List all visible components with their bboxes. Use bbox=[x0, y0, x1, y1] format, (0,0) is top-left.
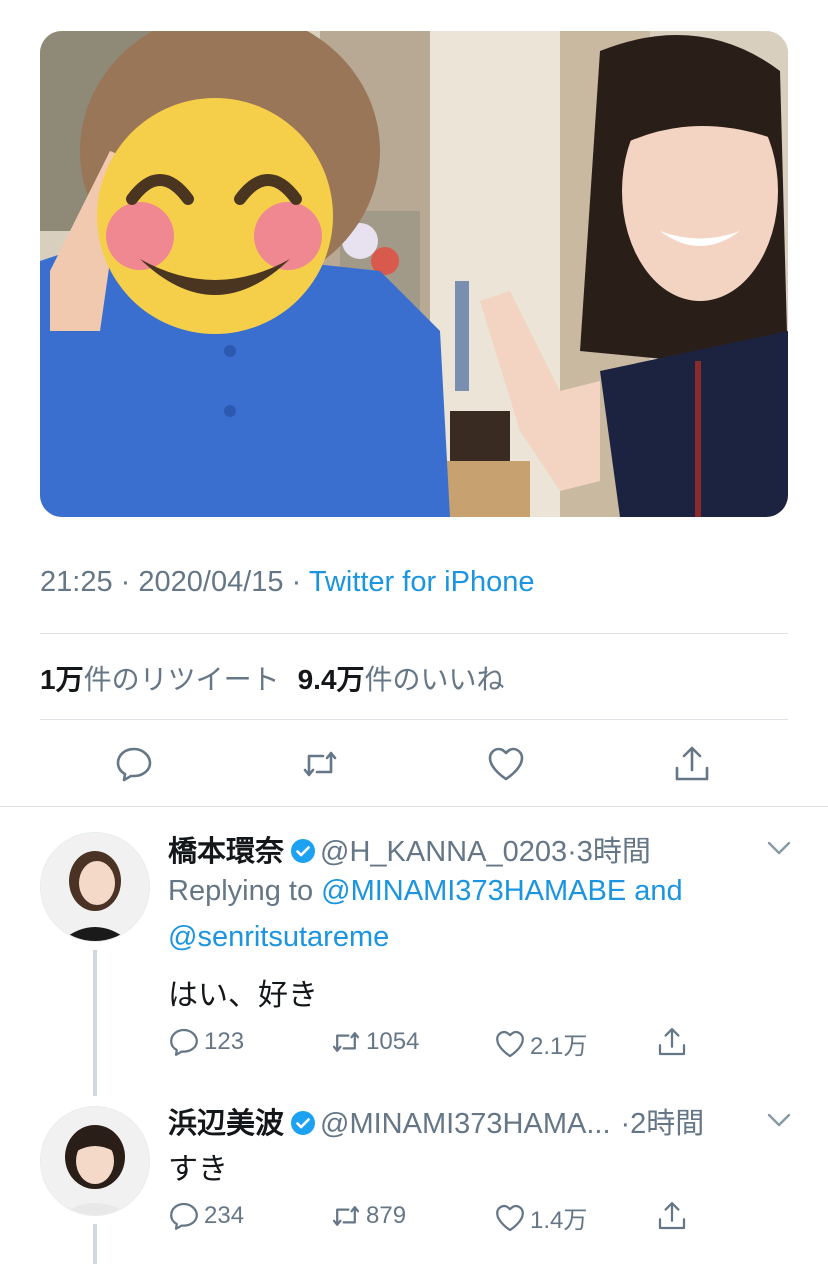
thread-line bbox=[93, 1224, 97, 1264]
share-icon bbox=[675, 746, 709, 781]
retweet-button[interactable]: 1054 bbox=[330, 1026, 419, 1058]
like-count: 9.4万 bbox=[297, 664, 365, 695]
tweet-source-link[interactable]: Twitter for iPhone bbox=[309, 566, 535, 598]
like-count: 2.1万 bbox=[530, 1033, 588, 1060]
replying-and[interactable]: and bbox=[634, 875, 682, 907]
avatar[interactable] bbox=[40, 832, 150, 942]
reply-button[interactable]: 234 bbox=[168, 1200, 244, 1232]
mention-link[interactable]: @MINAMI373HAMABE bbox=[321, 875, 626, 907]
share-button[interactable] bbox=[656, 1200, 692, 1232]
avatar-photo bbox=[41, 833, 149, 941]
reply-button[interactable] bbox=[114, 744, 154, 784]
thread-line bbox=[93, 950, 97, 1096]
meta-separator: · bbox=[120, 566, 131, 598]
reply-header: 浜辺美波 @MINAMI373HAMA... ·2時間 bbox=[168, 1100, 704, 1142]
share-icon bbox=[658, 1202, 686, 1230]
avatar[interactable] bbox=[40, 1106, 150, 1216]
retweet-icon bbox=[303, 751, 337, 777]
share-button[interactable] bbox=[656, 1026, 692, 1058]
avatar-photo bbox=[41, 1107, 149, 1215]
divider bbox=[40, 633, 788, 634]
tweet-time: 21:25 bbox=[40, 566, 113, 598]
likes-stat[interactable]: 9.4万件のいいね bbox=[298, 664, 505, 695]
tweet-date: 2020/04/15 bbox=[138, 566, 284, 598]
tweet-photo[interactable] bbox=[40, 31, 788, 517]
reply-button[interactable]: 123 bbox=[168, 1026, 244, 1058]
reply-text: はい、好き bbox=[168, 979, 318, 1012]
divider bbox=[40, 719, 788, 720]
share-icon bbox=[658, 1028, 686, 1056]
reply-time: ·2時間 bbox=[620, 1108, 705, 1140]
reply-count: 123 bbox=[204, 1028, 245, 1055]
verified-badge-icon bbox=[291, 839, 316, 863]
mention-link[interactable]: @senritsutareme bbox=[168, 921, 389, 953]
chevron-down-icon[interactable] bbox=[766, 838, 792, 858]
tweet-timestamp: 21:25 · 2020/04/15 · Twitter for iPhone bbox=[40, 566, 534, 599]
reply-author-handle[interactable]: @MINAMI373HAMA... bbox=[320, 1108, 611, 1140]
replying-to: Replying to @MINAMI373HAMABE and @senrit… bbox=[168, 868, 768, 960]
retweet-count: 1万 bbox=[40, 664, 84, 695]
retweet-icon bbox=[332, 1206, 360, 1226]
retweet-count: 879 bbox=[366, 1202, 407, 1229]
retweet-button[interactable]: 879 bbox=[330, 1200, 406, 1232]
share-button[interactable] bbox=[672, 744, 712, 784]
reply-author-name[interactable]: 橋本環奈 bbox=[168, 836, 284, 868]
tweet-stats: 1万件のリツイート 9.4万件のいいね bbox=[40, 658, 505, 698]
reply-header: 橋本環奈 @H_KANNA_0203·3時間 bbox=[168, 828, 651, 870]
reply-author-name[interactable]: 浜辺美波 bbox=[168, 1108, 284, 1140]
meta-separator: · bbox=[291, 566, 302, 598]
like-count: 1.4万 bbox=[530, 1207, 588, 1234]
like-button[interactable]: 2.1万 bbox=[494, 1026, 587, 1061]
reply-icon bbox=[170, 1028, 198, 1056]
reply-count: 234 bbox=[204, 1202, 245, 1229]
replying-to-prefix: Replying to bbox=[168, 875, 314, 907]
like-label: 件のいいね bbox=[364, 664, 505, 695]
like-icon bbox=[496, 1030, 524, 1057]
retweet-button[interactable] bbox=[300, 744, 340, 784]
reply-author-handle[interactable]: @H_KANNA_0203 bbox=[320, 836, 567, 868]
like-icon bbox=[488, 747, 524, 781]
divider bbox=[0, 806, 828, 807]
reply-time: ·3時間 bbox=[567, 836, 651, 868]
retweets-stat[interactable]: 1万件のリツイート bbox=[40, 664, 280, 695]
retweet-count: 1054 bbox=[366, 1028, 420, 1055]
like-button[interactable] bbox=[486, 744, 526, 784]
retweet-icon bbox=[332, 1032, 360, 1052]
reply-icon bbox=[116, 747, 152, 782]
reply-icon bbox=[170, 1202, 198, 1230]
like-button[interactable]: 1.4万 bbox=[494, 1200, 587, 1235]
verified-badge-icon bbox=[291, 1111, 316, 1135]
retweet-label: 件のリツイート bbox=[83, 664, 280, 695]
chevron-down-icon[interactable] bbox=[766, 1110, 792, 1130]
reply-text: すき bbox=[168, 1153, 228, 1186]
like-icon bbox=[496, 1204, 524, 1231]
